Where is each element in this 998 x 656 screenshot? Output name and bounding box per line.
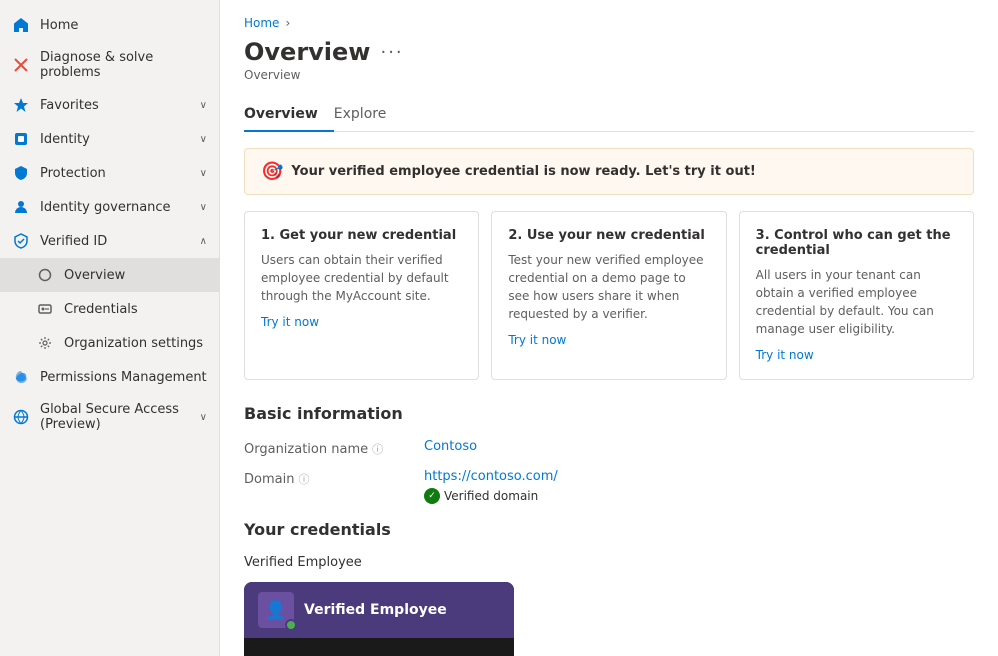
card-1-link[interactable]: Try it now bbox=[261, 315, 319, 329]
chevron-down-icon: ∨ bbox=[200, 100, 207, 111]
protection-icon bbox=[12, 164, 30, 182]
sidebar: Home Diagnose & solve problems Favorites… bbox=[0, 0, 220, 656]
diagnose-icon bbox=[12, 56, 30, 74]
domain-row: Domain ⓘ https://contoso.com/ ✓ Verified… bbox=[244, 469, 974, 504]
card-1-title: 1. Get your new credential bbox=[261, 228, 462, 243]
card-2-link[interactable]: Try it now bbox=[508, 333, 566, 347]
sidebar-item-identity[interactable]: Identity ∨ bbox=[0, 122, 219, 156]
permissions-icon bbox=[12, 368, 30, 386]
card-1-text: Users can obtain their verified employee… bbox=[261, 251, 462, 305]
org-name-label: Organization name bbox=[244, 442, 368, 457]
tabs: Overview Explore bbox=[244, 98, 974, 132]
sidebar-item-home-label: Home bbox=[40, 18, 207, 33]
chevron-down-icon: ∨ bbox=[200, 412, 207, 423]
sidebar-item-identity-label: Identity bbox=[40, 132, 190, 147]
card-3: 3. Control who can get the credential Al… bbox=[739, 211, 974, 380]
verified-text: Verified domain bbox=[444, 489, 538, 503]
org-name-row: Organization name ⓘ Contoso bbox=[244, 439, 974, 457]
sidebar-item-favorites-label: Favorites bbox=[40, 98, 190, 113]
sidebar-item-credentials[interactable]: Credentials bbox=[0, 292, 219, 326]
page-title-row: Overview ··· bbox=[244, 38, 974, 66]
basic-info-title: Basic information bbox=[244, 404, 974, 423]
org-name-info-icon[interactable]: ⓘ bbox=[372, 441, 383, 457]
sidebar-item-org-settings-label: Organization settings bbox=[64, 336, 207, 351]
verified-id-icon bbox=[12, 232, 30, 250]
sidebar-item-protection[interactable]: Protection ∨ bbox=[0, 156, 219, 190]
sidebar-item-global-access[interactable]: Global Secure Access (Preview) ∨ bbox=[0, 394, 219, 440]
chevron-down-icon: ∨ bbox=[200, 202, 207, 213]
credential-card-title: Verified Employee bbox=[304, 602, 447, 618]
card-3-text: All users in your tenant can obtain a ve… bbox=[756, 266, 957, 338]
sidebar-item-diagnose-label: Diagnose & solve problems bbox=[40, 50, 207, 80]
page-subtitle: Overview bbox=[244, 68, 974, 82]
favorites-icon bbox=[12, 96, 30, 114]
sidebar-item-permissions[interactable]: Permissions Management bbox=[0, 360, 219, 394]
chevron-down-icon: ∨ bbox=[200, 168, 207, 179]
card-3-title: 3. Control who can get the credential bbox=[756, 228, 957, 258]
org-settings-icon bbox=[36, 334, 54, 352]
sidebar-item-identity-governance[interactable]: Identity governance ∨ bbox=[0, 190, 219, 224]
home-icon bbox=[12, 16, 30, 34]
sidebar-item-diagnose[interactable]: Diagnose & solve problems bbox=[0, 42, 219, 88]
page-title: Overview bbox=[244, 38, 370, 66]
sidebar-item-identity-governance-label: Identity governance bbox=[40, 200, 190, 215]
credentials-section-title: Your credentials bbox=[244, 520, 974, 539]
sidebar-item-protection-label: Protection bbox=[40, 166, 190, 181]
sidebar-item-overview-label: Overview bbox=[64, 268, 207, 283]
card-2: 2. Use your new credential Test your new… bbox=[491, 211, 726, 380]
sidebar-item-verified-id-label: Verified ID bbox=[40, 234, 190, 249]
identity-icon bbox=[12, 130, 30, 148]
verified-badge: ✓ Verified domain bbox=[424, 488, 558, 504]
credential-avatar-icon: 👤 bbox=[265, 600, 287, 621]
overview-icon bbox=[36, 266, 54, 284]
banner-icon: 🎯 bbox=[261, 161, 283, 182]
breadcrumb-separator: › bbox=[285, 16, 290, 30]
credentials-icon bbox=[36, 300, 54, 318]
identity-governance-icon bbox=[12, 198, 30, 216]
chevron-down-icon: ∨ bbox=[200, 134, 207, 145]
cards-row: 1. Get your new credential Users can obt… bbox=[244, 211, 974, 380]
credentials-section: Your credentials Verified Employee 👤 Ver… bbox=[244, 520, 974, 656]
card-3-link[interactable]: Try it now bbox=[756, 348, 814, 362]
org-name-value[interactable]: Contoso bbox=[424, 439, 477, 454]
sidebar-item-home[interactable]: Home bbox=[0, 8, 219, 42]
tab-overview[interactable]: Overview bbox=[244, 98, 334, 132]
domain-value-block: https://contoso.com/ ✓ Verified domain bbox=[424, 469, 558, 504]
card-1: 1. Get your new credential Users can obt… bbox=[244, 211, 479, 380]
sidebar-item-org-settings[interactable]: Organization settings bbox=[0, 326, 219, 360]
sidebar-item-verified-id[interactable]: Verified ID ∧ bbox=[0, 224, 219, 258]
sidebar-item-global-access-label: Global Secure Access (Preview) bbox=[40, 402, 190, 432]
global-access-icon bbox=[12, 408, 30, 426]
tab-explore[interactable]: Explore bbox=[334, 98, 403, 132]
sidebar-item-favorites[interactable]: Favorites ∨ bbox=[0, 88, 219, 122]
credentials-subtitle: Verified Employee bbox=[244, 555, 974, 570]
main-content: Home › Overview ··· Overview Overview Ex… bbox=[220, 0, 998, 656]
sidebar-item-overview[interactable]: Overview bbox=[0, 258, 219, 292]
sidebar-item-permissions-label: Permissions Management bbox=[40, 370, 207, 385]
domain-info-icon[interactable]: ⓘ bbox=[298, 471, 309, 487]
sidebar-item-credentials-label: Credentials bbox=[64, 302, 207, 317]
more-options-button[interactable]: ··· bbox=[380, 42, 403, 63]
verified-check-icon: ✓ bbox=[424, 488, 440, 504]
credential-card: 👤 Verified Employee Contoso bbox=[244, 582, 514, 656]
breadcrumb-home[interactable]: Home bbox=[244, 16, 279, 30]
credential-avatar: 👤 bbox=[258, 592, 294, 628]
credential-avatar-badge bbox=[285, 619, 297, 631]
chevron-up-icon: ∧ bbox=[200, 236, 207, 247]
banner: 🎯 Your verified employee credential is n… bbox=[244, 148, 974, 195]
credential-card-header: 👤 Verified Employee bbox=[244, 582, 514, 638]
breadcrumb: Home › bbox=[244, 16, 974, 30]
card-2-text: Test your new verified employee credenti… bbox=[508, 251, 709, 323]
domain-label: Domain bbox=[244, 472, 294, 487]
banner-text: Your verified employee credential is now… bbox=[291, 164, 755, 179]
domain-url[interactable]: https://contoso.com/ bbox=[424, 469, 558, 484]
card-2-title: 2. Use your new credential bbox=[508, 228, 709, 243]
